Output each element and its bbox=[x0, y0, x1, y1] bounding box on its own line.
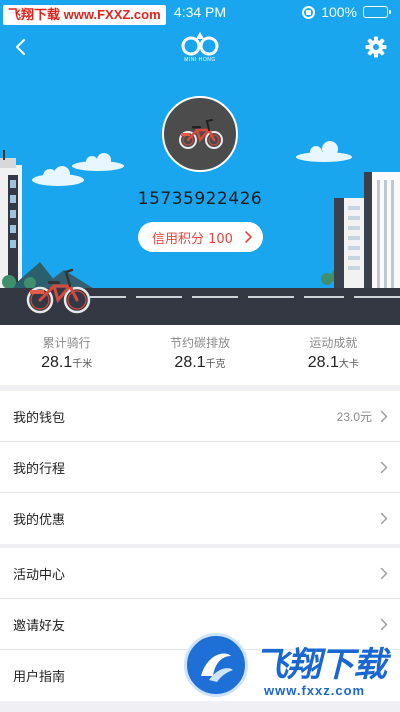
bike-logo-icon bbox=[181, 32, 219, 56]
menu-item-wallet[interactable]: 我的钱包 23.0元 bbox=[0, 391, 400, 442]
menu-item-trips[interactable]: 我的行程 bbox=[0, 442, 400, 493]
status-right: 100% bbox=[302, 4, 391, 20]
status-bar: 飞翔下载 www.FXXZ.com 4:34 PM 100% bbox=[0, 0, 400, 26]
profile-header: 飞翔下载 www.FXXZ.com 4:34 PM 100% MINI HONG bbox=[0, 0, 400, 325]
stat-value: 28.1 bbox=[174, 354, 206, 371]
stat-label: 运动成就 bbox=[309, 336, 358, 350]
menu-group-account: 我的钱包 23.0元 我的行程 我的优惠 bbox=[0, 391, 400, 544]
watermark-url: www.fxxz.com bbox=[264, 683, 366, 698]
watermark-logo-icon bbox=[184, 633, 248, 697]
stat-value: 28.1 bbox=[41, 354, 73, 371]
chevron-right-icon bbox=[380, 512, 388, 525]
logo-text: MINI HONG bbox=[184, 57, 216, 63]
watermark-bottom: 飞翔下载 www.fxxz.com bbox=[184, 633, 400, 712]
menu-item-label: 活动中心 bbox=[13, 568, 66, 583]
chevron-right-icon bbox=[380, 410, 388, 423]
profile-screen: 飞翔下载 www.FXXZ.com 4:34 PM 100% MINI HONG bbox=[0, 0, 400, 712]
chevron-left-icon[interactable] bbox=[9, 34, 35, 60]
ride-stats: 累计骑行 28.1千米 节约碳排放 28.1千克 运动成就 28.1大卡 bbox=[0, 325, 400, 385]
chevron-right-icon bbox=[380, 618, 388, 631]
gear-icon[interactable] bbox=[364, 35, 388, 59]
stat-unit: 千米 bbox=[72, 359, 93, 370]
chevron-right-icon bbox=[380, 567, 388, 580]
stat-unit: 千克 bbox=[205, 359, 226, 370]
user-phone: 15735922426 bbox=[137, 189, 263, 209]
menu-item-label: 我的优惠 bbox=[13, 513, 66, 528]
rotation-lock-icon bbox=[302, 5, 316, 19]
menu-item-events[interactable]: 活动中心 bbox=[0, 548, 400, 599]
bike-icon bbox=[179, 119, 223, 149]
stat-carbon: 节约碳排放 28.1千克 bbox=[133, 325, 266, 385]
battery-percent: 100% bbox=[321, 4, 357, 20]
wallet-balance: 23.0元 bbox=[336, 410, 372, 424]
watermark-brand: 飞翔下载 bbox=[254, 645, 387, 685]
stat-unit: 大卡 bbox=[338, 359, 359, 370]
menu-item-coupons[interactable]: 我的优惠 bbox=[0, 493, 400, 544]
chevron-right-icon bbox=[245, 231, 252, 243]
credit-score-button[interactable]: 信用积分 100 bbox=[138, 222, 263, 252]
stat-calories: 运动成就 28.1大卡 bbox=[267, 325, 400, 385]
menu-item-label: 我的钱包 bbox=[13, 411, 66, 426]
menu-item-label: 用户指南 bbox=[13, 670, 66, 685]
menu-item-label: 我的行程 bbox=[13, 462, 66, 477]
chevron-right-icon bbox=[380, 461, 388, 474]
credit-score-label: 信用积分 100 bbox=[152, 231, 233, 247]
stat-distance: 累计骑行 28.1千米 bbox=[0, 325, 133, 385]
battery-icon bbox=[363, 6, 391, 18]
menu-item-label: 邀请好友 bbox=[13, 619, 66, 634]
stat-label: 累计骑行 bbox=[42, 336, 91, 350]
stat-label: 节约碳排放 bbox=[169, 336, 230, 350]
avatar[interactable] bbox=[162, 96, 238, 172]
stat-value: 28.1 bbox=[307, 354, 339, 371]
app-logo: MINI HONG bbox=[178, 30, 222, 66]
